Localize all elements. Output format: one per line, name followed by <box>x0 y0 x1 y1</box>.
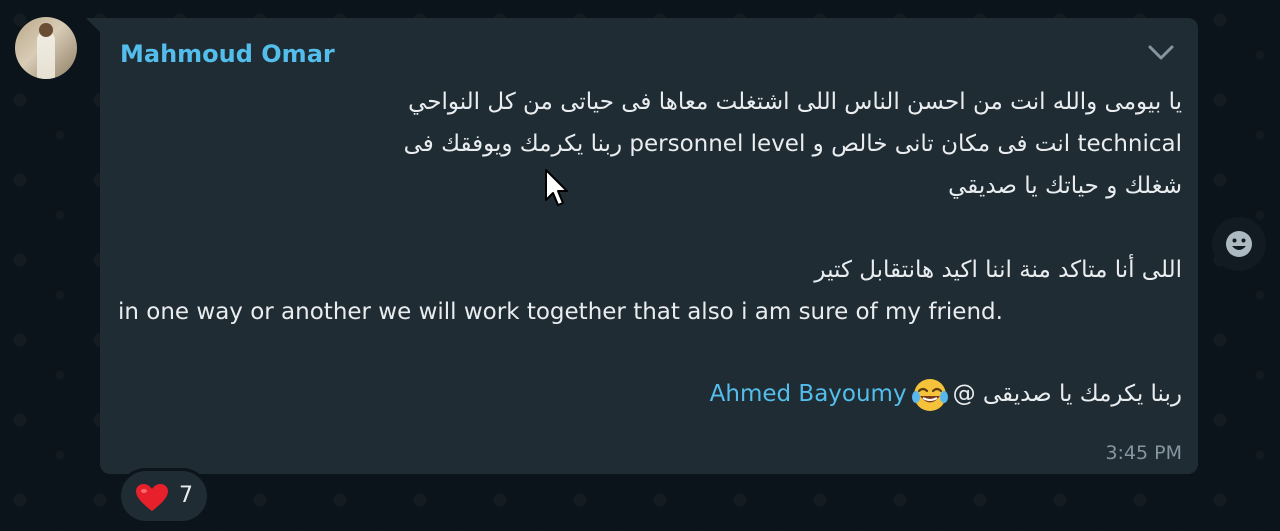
face-with-tears-of-joy-icon <box>911 378 948 411</box>
message-line-2: technical انت فى مكان تانى خالص و person… <box>403 131 1182 157</box>
message-line-6: ربنا يكرمك يا صديقى @ Ahmed Bayoumy <box>118 374 1182 415</box>
mention-link[interactable]: Ahmed Bayoumy <box>710 381 907 407</box>
red-heart-icon <box>136 484 168 511</box>
bubble-tail <box>86 18 100 32</box>
mouse-cursor-icon <box>545 169 568 206</box>
message-timestamp: 3:45 PM <box>1105 442 1182 464</box>
message-bubble[interactable]: Mahmoud Omar يا بيومى والله انت من احسن … <box>100 18 1198 474</box>
message-line-5: in one way or another we will work toget… <box>118 299 1003 325</box>
reaction-count: 7 <box>179 483 193 508</box>
message-line-1: يا بيومى والله انت من احسن الناس اللى اش… <box>408 89 1182 115</box>
chevron-down-icon[interactable] <box>1146 40 1176 64</box>
message-text: ربنا يكرمك يا صديقى @ <box>952 381 1182 407</box>
sender-name[interactable]: Mahmoud Omar <box>120 40 335 68</box>
message-line-4: اللى أنا متاكد منة اننا اكيد هانتقابل كت… <box>814 257 1182 283</box>
smiley-icon <box>1226 231 1252 257</box>
sender-avatar[interactable] <box>15 17 77 79</box>
react-emoji-button[interactable] <box>1212 217 1266 271</box>
message-line-3: شغلك و حياتك يا صديقي <box>948 173 1182 199</box>
reaction-pill[interactable]: 7 <box>118 468 210 524</box>
